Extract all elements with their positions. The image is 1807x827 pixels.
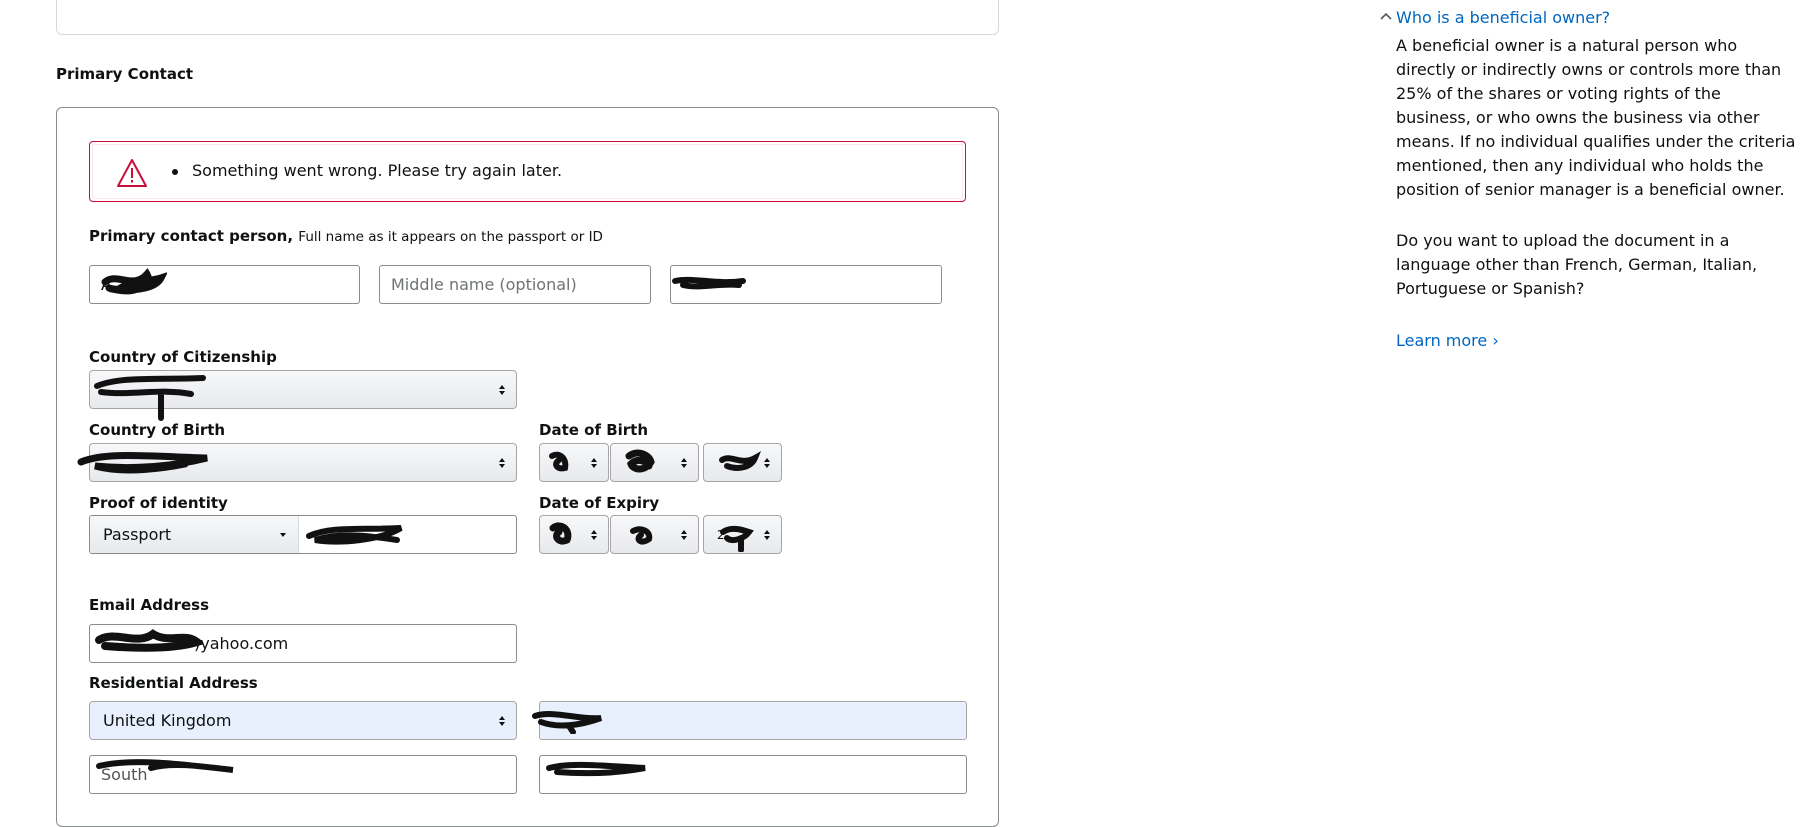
redaction-scribble [549,451,569,472]
redaction-scribble [625,449,655,473]
redaction-scribble [96,759,234,773]
alert-bullet [172,169,178,175]
redaction-scribble [532,711,603,734]
middle-name-placeholder: Middle name (optional) [391,275,577,294]
dropdown-caret-icon [280,533,286,537]
redaction-scribble [549,522,572,545]
redaction-scribble [101,268,167,295]
error-alert: Something went wrong. Please try again l… [89,141,966,202]
expiry-label: Date of Expiry [539,494,660,512]
identity-label: Proof of identity [89,494,228,512]
redaction-scribble [94,375,206,421]
middle-name-input[interactable]: Middle name (optional) [379,265,651,304]
identity-type-value: Passport [103,525,172,544]
redaction-scribble [77,452,208,474]
select-arrows-icon [498,456,506,470]
learn-more-link[interactable]: Learn more › [1396,331,1499,350]
select-arrows-icon [763,528,771,542]
select-arrows-icon [680,528,688,542]
address-country-select[interactable]: United Kingdom [89,701,517,740]
alert-message: Something went wrong. Please try again l… [192,161,563,180]
birth-country-label: Country of Birth [89,421,226,439]
redaction-scribble [719,451,761,471]
primary-contact-form: Something went wrong. Please try again l… [56,107,999,827]
previous-section-card [56,0,999,35]
identity-type-select[interactable]: Passport [90,516,299,553]
redaction-scribble [720,525,754,552]
email-value: )yahoo.com [194,634,289,653]
select-arrows-icon [498,714,506,728]
select-arrows-icon [680,456,688,470]
redaction-scribble [546,761,646,777]
citizenship-label: Country of Citizenship [89,348,277,366]
redaction-scribble [672,276,746,290]
dob-label: Date of Birth [539,421,649,439]
select-arrows-icon [498,383,506,397]
email-label: Email Address [89,596,210,614]
chevron-up-icon [1380,12,1392,20]
contact-person-label: Primary contact person, Full name as it … [89,227,603,245]
section-title: Primary Contact [56,65,194,83]
select-arrows-icon [763,456,771,470]
warning-icon [117,159,147,187]
select-arrows-icon [590,528,598,542]
contact-person-hint: Full name as it appears on the passport … [298,229,603,245]
select-arrows-icon [590,456,598,470]
redaction-scribble [306,525,403,545]
language-question: Do you want to upload the document in a … [1396,231,1758,298]
beneficial-owner-toggle[interactable]: Who is a beneficial owner? [1396,8,1610,27]
beneficial-owner-answer: A beneficial owner is a natural person w… [1396,36,1796,199]
redaction-scribble [630,526,653,545]
address-country-value: United Kingdom [103,711,232,730]
contact-person-label-text: Primary contact person, [89,227,294,245]
address-label: Residential Address [89,674,258,692]
redaction-scribble [95,629,203,652]
